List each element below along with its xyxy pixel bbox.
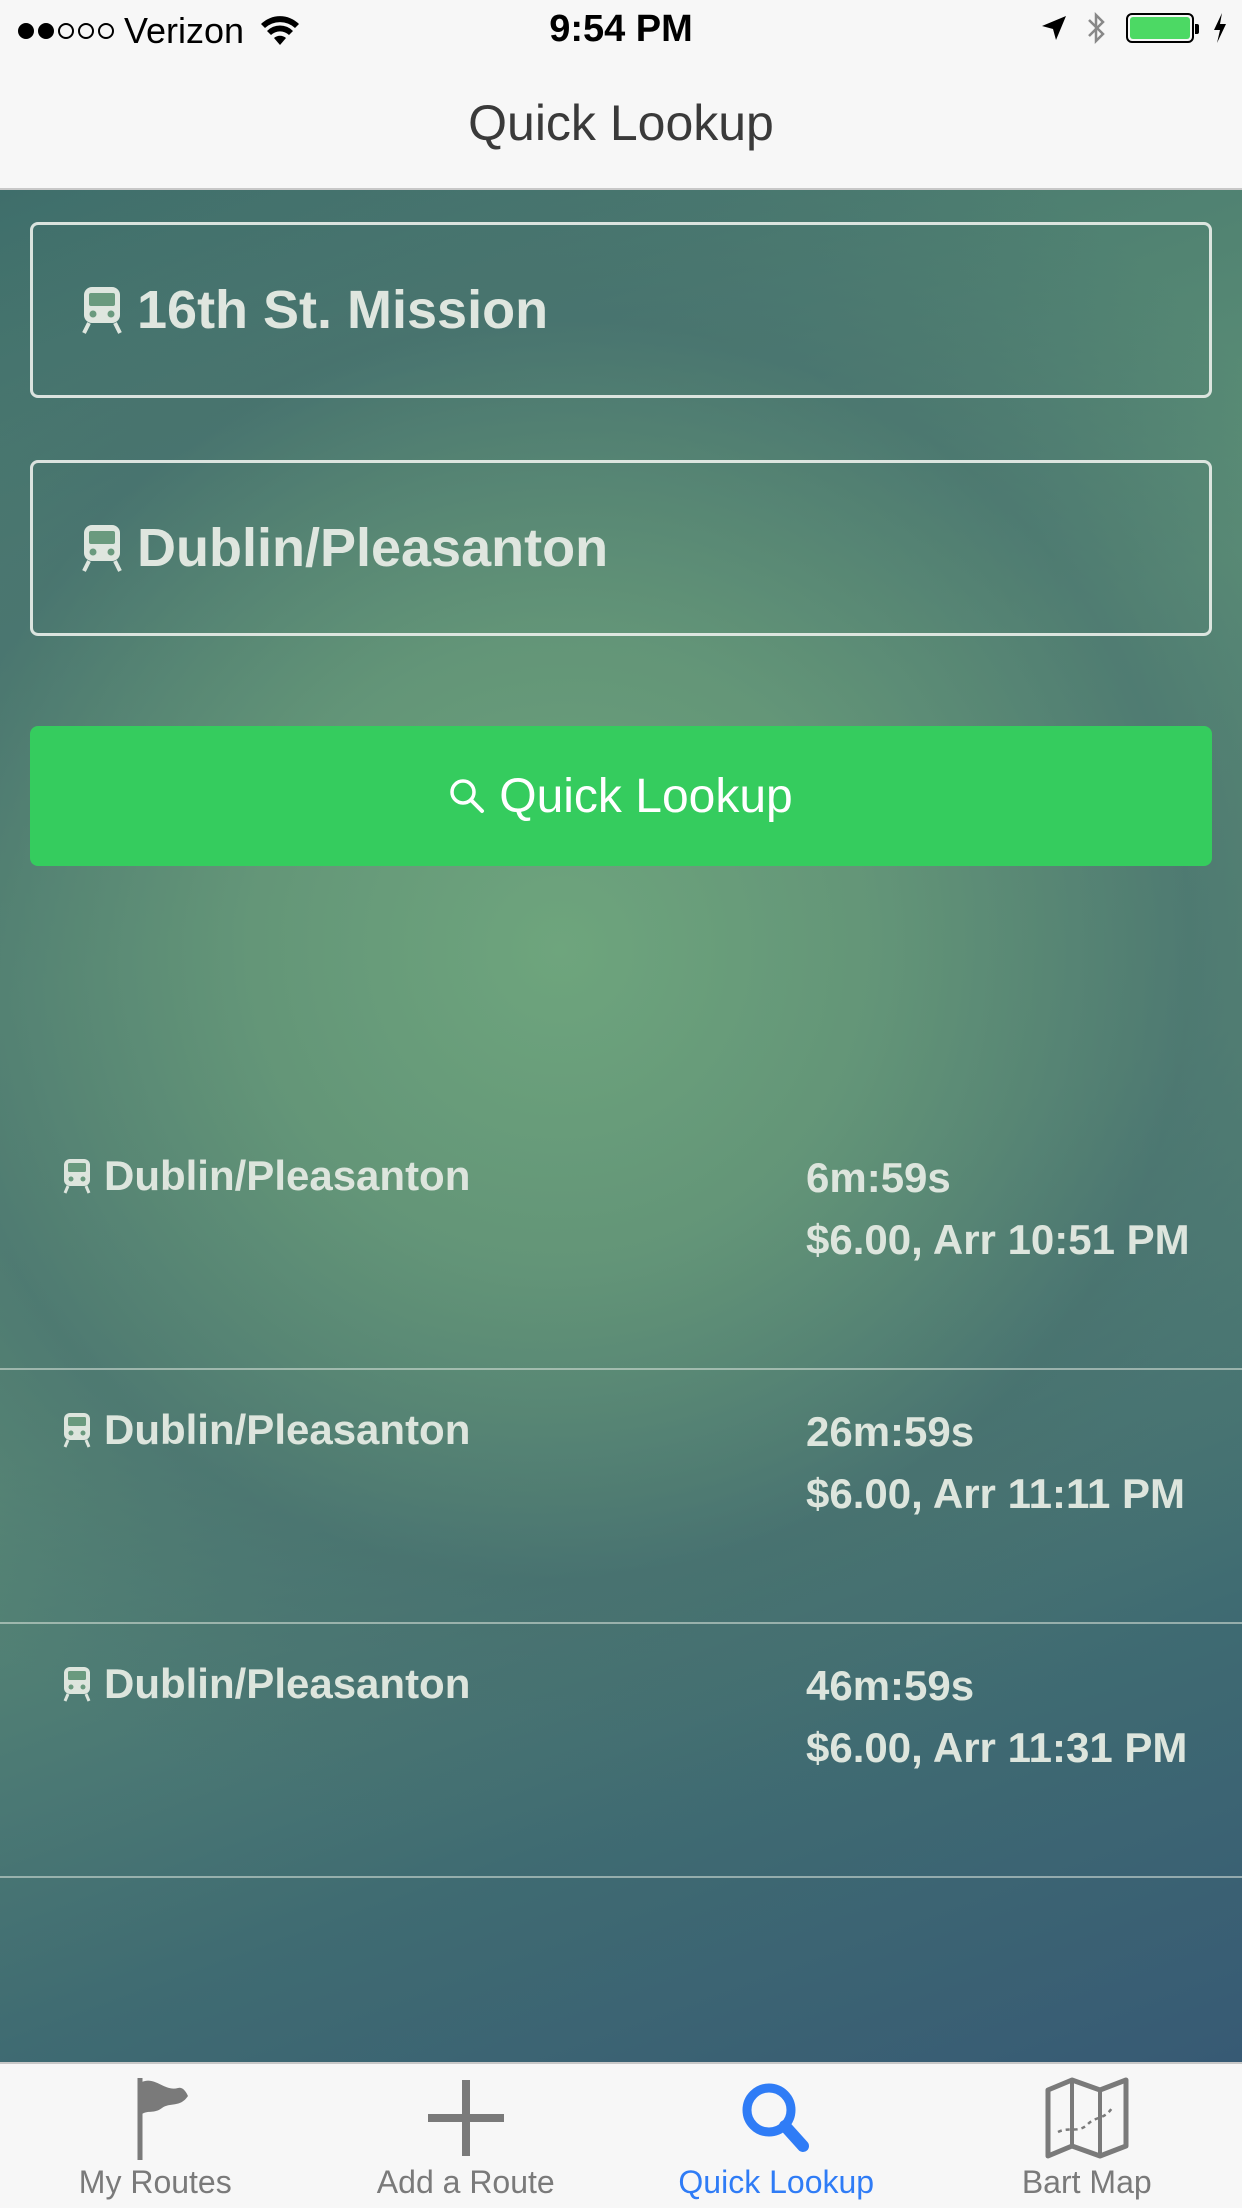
tab-bar: My Routes Add a Route Quick Lookup Bart … [0, 2062, 1242, 2208]
result-destination: Dublin/Pleasanton [62, 1152, 470, 1200]
map-icon [1045, 2077, 1129, 2159]
result-row[interactable]: Dublin/Pleasanton 46m:59s $6.00, Arr 11:… [0, 1624, 1242, 1878]
result-destination: Dublin/Pleasanton [62, 1406, 470, 1454]
quick-lookup-panel: 16th St. Mission Dublin/Pleasanton Quick… [0, 190, 1242, 2062]
result-fare-arrival: $6.00, Arr 11:31 PM [806, 1724, 1188, 1771]
train-icon [63, 1159, 91, 1194]
plus-icon [427, 2080, 504, 2156]
location-arrow-icon [1042, 16, 1066, 40]
result-destination-label: Dublin/Pleasanton [104, 1152, 471, 1199]
bluetooth-icon [1088, 11, 1105, 45]
search-icon [742, 2083, 810, 2152]
result-fare-arrival: $6.00, Arr 10:51 PM [806, 1216, 1190, 1263]
result-eta: 46m:59s [806, 1662, 975, 1709]
result-destination-label: Dublin/Pleasanton [104, 1406, 471, 1453]
search-icon [450, 779, 485, 813]
result-row[interactable]: Dublin/Pleasanton 6m:59s $6.00, Arr 10:5… [0, 1116, 1242, 1370]
result-destination-label: Dublin/Pleasanton [104, 1660, 471, 1707]
status-bar: Verizon 9:54 PM [0, 0, 1242, 62]
tab-quick-lookup-label: Quick Lookup [678, 2164, 875, 2200]
tab-bart-map[interactable]: Bart Map [932, 2064, 1242, 2208]
destination-station-field[interactable]: Dublin/Pleasanton [30, 460, 1212, 636]
status-right [1040, 10, 1228, 46]
tab-bart-map-label: Bart Map [1021, 2164, 1152, 2200]
result-eta: 6m:59s [806, 1154, 951, 1201]
origin-station-field[interactable]: 16th St. Mission [30, 222, 1212, 398]
tab-quick-lookup[interactable]: Quick Lookup [621, 2064, 932, 2208]
destination-station-label: Dublin/Pleasanton [137, 518, 609, 578]
quick-lookup-button-label: Quick Lookup [499, 769, 793, 823]
tab-my-routes-label: My Routes [78, 2164, 232, 2200]
flag-icon [137, 2078, 189, 2160]
origin-station-label: 16th St. Mission [137, 280, 549, 340]
result-row[interactable]: Dublin/Pleasanton 26m:59s $6.00, Arr 11:… [0, 1370, 1242, 1624]
train-icon [82, 525, 122, 572]
battery-icon [1126, 13, 1199, 43]
tab-my-routes[interactable]: My Routes [0, 2064, 311, 2208]
charging-icon [1214, 13, 1226, 43]
tab-add-route-label: Add a Route [376, 2164, 555, 2200]
page-title: Quick Lookup [468, 95, 774, 151]
result-eta: 26m:59s [806, 1408, 975, 1455]
navigation-bar: Quick Lookup [0, 62, 1242, 190]
train-icon [63, 1667, 91, 1702]
result-destination: Dublin/Pleasanton [62, 1660, 470, 1708]
result-fare-arrival: $6.00, Arr 11:11 PM [806, 1470, 1186, 1517]
train-icon [63, 1413, 91, 1448]
tab-add-route[interactable]: Add a Route [311, 2064, 622, 2208]
train-icon [82, 287, 122, 334]
quick-lookup-button[interactable]: Quick Lookup [30, 726, 1212, 866]
